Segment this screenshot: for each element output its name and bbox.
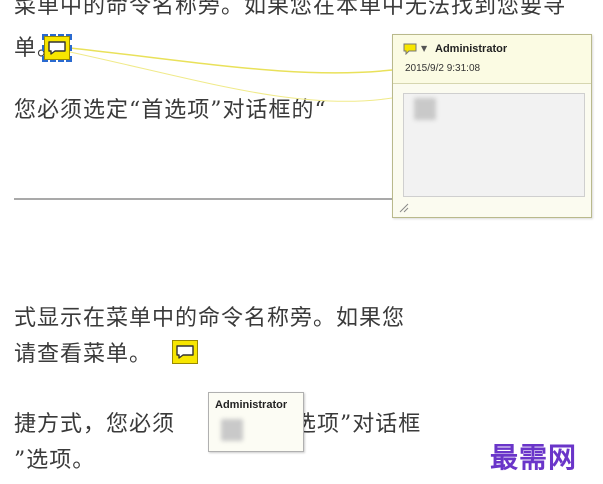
redacted-avatar bbox=[221, 419, 243, 441]
doc-text-line: 式显示在菜单中的命令名称旁。如果您 bbox=[14, 306, 406, 331]
doc-text-line: 菜单中的命令名称旁。如果您在本单中无法找到您要寻 bbox=[14, 0, 567, 19]
comment-text-area[interactable] bbox=[403, 93, 585, 197]
comment-popup[interactable]: ▼ Administrator 2015/9/2 9:31:08 bbox=[392, 34, 592, 218]
redacted-avatar bbox=[414, 98, 436, 120]
speech-bubble-icon bbox=[403, 43, 417, 55]
comment-popup-header[interactable]: ▼ Administrator 2015/9/2 9:31:08 bbox=[393, 35, 591, 84]
comment-note-icon[interactable] bbox=[42, 34, 72, 62]
doc-text-line: 您必须选定“首选项”对话框的“ bbox=[14, 98, 327, 123]
site-watermark: 最需网 bbox=[490, 441, 578, 474]
comment-author: Administrator bbox=[435, 43, 508, 55]
doc-text-line: 请查看菜单。 bbox=[14, 342, 153, 367]
speech-bubble-icon bbox=[48, 41, 66, 55]
comment-timestamp: 2015/9/2 9:31:08 bbox=[405, 63, 481, 74]
options-dropdown-icon[interactable]: ▼ bbox=[421, 44, 427, 53]
comment-tooltip-popup[interactable]: Administrator bbox=[208, 392, 304, 452]
resize-grip-icon[interactable] bbox=[399, 203, 409, 213]
doc-text-segment: 捷方式，您必须 bbox=[14, 412, 176, 437]
doc-text-line: ”选项。 bbox=[14, 448, 96, 473]
speech-bubble-icon bbox=[176, 345, 194, 359]
comment-note-icon[interactable] bbox=[172, 340, 198, 364]
comment-author: Administrator bbox=[215, 399, 288, 411]
